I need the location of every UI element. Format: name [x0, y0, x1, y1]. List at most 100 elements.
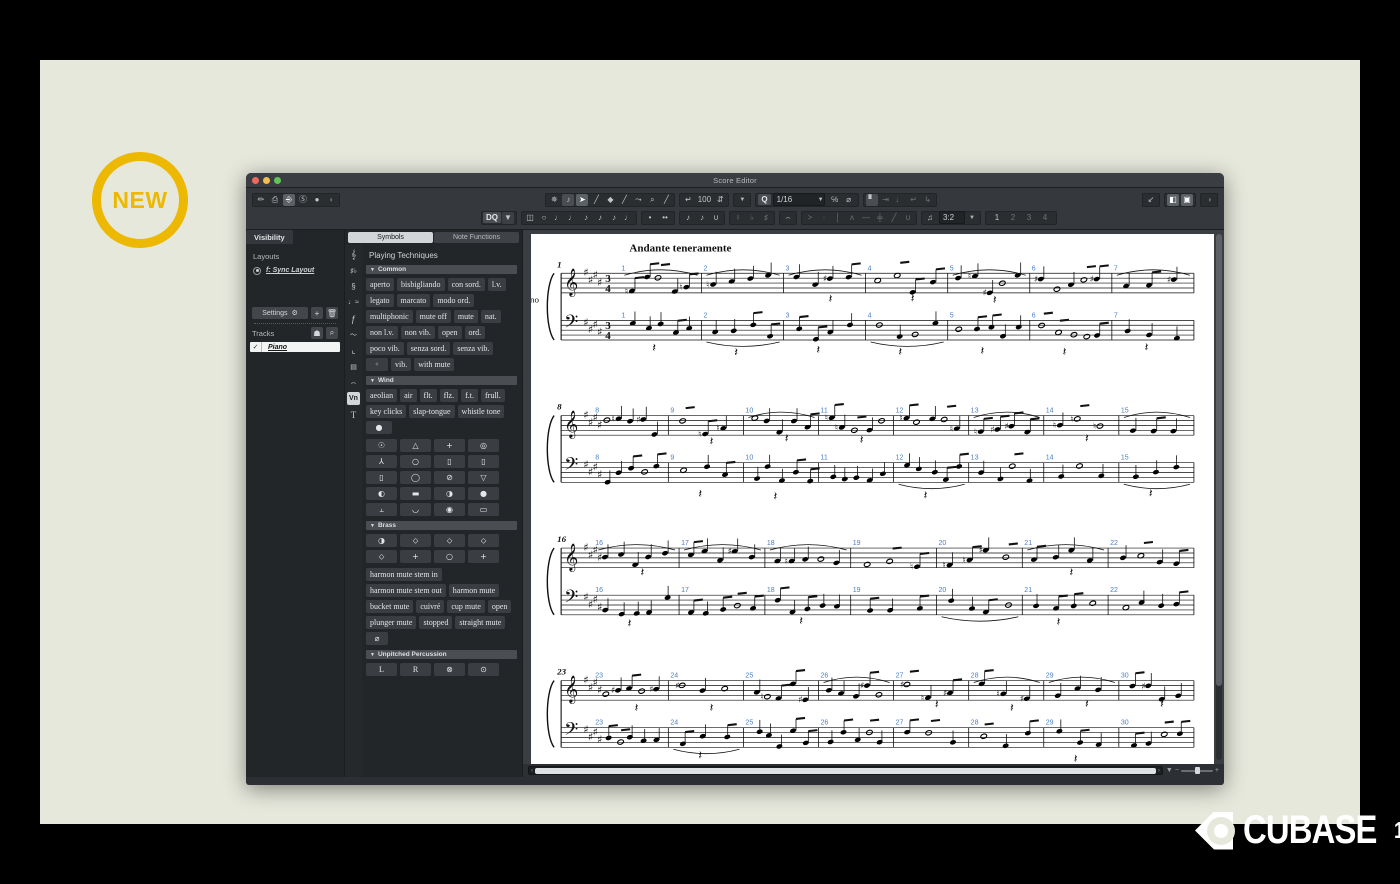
tuplet-group[interactable]: ♫ 3:2 ▼ — [921, 210, 981, 225]
quantize-off-icon[interactable]: ⌀ — [843, 194, 855, 206]
brass-glyph-5[interactable]: ⬦ — [366, 550, 397, 563]
display-quantize-label[interactable]: DQ — [483, 212, 501, 223]
tuplet-chevron-down-icon[interactable]: ▼ — [966, 212, 978, 224]
chip-senza-sord[interactable]: senza sord. — [406, 342, 451, 355]
quarter-note[interactable]: ♩ — [566, 212, 578, 224]
horizontal-scrollbar[interactable]: ‹ › — [528, 766, 1163, 775]
wind-glyph-7[interactable]: ▯ — [434, 455, 465, 468]
chip-slap-tongue[interactable]: slap-tongue — [409, 405, 455, 418]
key-signature-section-icon[interactable]: ♯♭ — [347, 264, 360, 277]
wind-glyph-10[interactable]: ◯ — [400, 471, 431, 484]
chip-harmonic-circle[interactable]: ◦ — [366, 358, 388, 371]
chip-open-brass[interactable]: open — [487, 600, 512, 613]
zoom-tool[interactable]: ⌕ — [646, 194, 658, 206]
edit-layout-icon[interactable]: ⎆ — [283, 193, 295, 206]
zoom-slider[interactable] — [1180, 767, 1213, 774]
zoom-in-button[interactable]: + — [1215, 767, 1219, 774]
brass-glyph-7[interactable]: ○ — [434, 550, 465, 563]
chip-bucket-mute[interactable]: bucket mute — [366, 600, 414, 613]
voice-button-4[interactable]: 4 — [1038, 212, 1052, 224]
chip-with-mute[interactable]: with mute — [414, 358, 455, 371]
wind-glyph-14[interactable]: ▬ — [400, 487, 431, 500]
add-layout-button[interactable]: + — [311, 307, 323, 319]
score-notation[interactable]: 𝄞𝄢♯♯♯♯♯♯♯♯3434Andante teneramentePno111♮… — [531, 234, 1214, 764]
double-dot-icon[interactable]: •• — [658, 212, 672, 224]
window-layout-group[interactable]: ↙ — [1142, 192, 1161, 207]
chip-nat[interactable]: nat. — [480, 310, 501, 323]
half-note[interactable]: ♩ — [552, 212, 564, 224]
layout-item-sync-layout[interactable]: f: Sync Layout — [246, 264, 344, 277]
tenuto-stem-icon[interactable]: │ — [832, 212, 844, 224]
chip-cup-mute[interactable]: cup mute — [447, 600, 485, 613]
voices-group[interactable]: 1 2 3 4 — [985, 210, 1057, 225]
line-tool[interactable]: ╱ — [660, 194, 672, 206]
chip-non-vib[interactable]: non vib. — [400, 326, 435, 339]
horizontal-scrollbar-thumb[interactable] — [535, 767, 1156, 774]
insert-velocity-value[interactable]: 100 — [696, 194, 712, 206]
vertical-scrollbar-thumb[interactable] — [1216, 234, 1222, 687]
tuplet-icon[interactable]: ♫ — [924, 212, 936, 224]
show-hide-lower-zone-icon[interactable]: ↙ — [1145, 194, 1157, 206]
accidentals-group[interactable]: ♮ ♭ ♯ — [729, 210, 775, 225]
staccatissimo-icon[interactable]: ╪ — [874, 212, 886, 224]
perc-glyph-3[interactable]: ⊗ — [434, 663, 465, 676]
chip-multiphonic[interactable]: multiphonic — [366, 310, 413, 323]
sixtyfourth-note[interactable]: ♩ — [622, 212, 634, 224]
expression-section-icon[interactable]: ƒ — [347, 312, 360, 325]
quantize-swing-icon[interactable]: ℅ — [829, 194, 841, 206]
move-tool[interactable]: ✵ — [548, 194, 560, 206]
group-header-common[interactable]: ▼ Common — [366, 265, 517, 274]
time-signature-section-icon[interactable]: § — [347, 280, 360, 293]
setup-window-layout-group[interactable]: ◑ — [1200, 192, 1219, 207]
object-selection-tool[interactable]: ➤ — [576, 193, 589, 206]
chip-straight-mute[interactable]: straight mute — [455, 616, 506, 629]
pin-icon[interactable]: ✏ — [255, 194, 267, 206]
slur-icon[interactable]: ⌢ — [782, 212, 794, 224]
chip-mute[interactable]: mute — [453, 310, 478, 323]
chip-plunger-mute[interactable]: plunger mute — [366, 616, 417, 629]
chip-flt[interactable]: flt. — [419, 389, 437, 402]
wind-glyph-15[interactable]: ◑ — [434, 487, 465, 500]
wind-glyph-19[interactable]: ◉ — [434, 503, 465, 516]
grace-note-icon[interactable]: ♪ — [682, 212, 694, 224]
chip-bisbigliando[interactable]: bisbigliando — [397, 278, 445, 291]
velocity-dropdown[interactable]: ▼ — [733, 192, 752, 207]
setup-window-layout-icon[interactable]: ◑ — [1203, 194, 1215, 206]
tie-icon[interactable]: ∪ — [710, 212, 722, 224]
quantize-chevron-down-icon[interactable]: ▼ — [815, 194, 827, 206]
chip-marcato[interactable]: marcato — [396, 294, 431, 307]
slash-icon[interactable]: ╱ — [888, 212, 900, 224]
clef-section-icon[interactable]: 𝄞 — [347, 248, 360, 261]
marcato-icon[interactable]: ʌ — [846, 212, 858, 224]
draw-tool[interactable]: ╱ — [590, 194, 602, 206]
perc-glyph-right[interactable]: R — [400, 663, 431, 676]
lines-section-icon[interactable]: ⌞ — [347, 344, 360, 357]
chip-whistle-tone[interactable]: whistle tone — [457, 405, 505, 418]
note-length-icon[interactable]: ↳ — [922, 194, 934, 206]
split-tool[interactable]: ╱ — [618, 194, 630, 206]
brass-glyph-2[interactable]: ⬦ — [400, 534, 431, 547]
chip-flz[interactable]: flz. — [439, 389, 459, 402]
wind-glyph-17[interactable]: ⫠ — [366, 503, 397, 516]
chip-key-clicks[interactable]: key clicks — [366, 405, 407, 418]
insert-velocity-group[interactable]: ↵ 100 ⇵ — [679, 192, 730, 207]
chip-legato[interactable]: legato — [366, 294, 394, 307]
sixteenth-note[interactable]: ♪ — [594, 212, 606, 224]
brass-glyph-6[interactable]: + — [400, 550, 431, 563]
wind-glyph-12[interactable]: ▽ — [468, 471, 499, 484]
wind-glyph-4[interactable]: ◎ — [468, 439, 499, 452]
note-input-group[interactable]: ▘ ⇥ ♩ ↵ ↳ — [862, 192, 937, 207]
chip-ft[interactable]: f.t. — [461, 389, 478, 402]
zoom-control[interactable]: ▼ − + — [1166, 767, 1219, 774]
thirtysecond-note[interactable]: ♪ — [608, 212, 620, 224]
chip-non-lv[interactable]: non l.v. — [366, 326, 398, 339]
settings-button[interactable]: Settings ⚙ — [252, 307, 308, 319]
tools-group[interactable]: ✵ ♪ ➤ ╱ ◆ ╱ ⤳ ⌕ ╱ — [545, 192, 676, 207]
chip-poco-vib[interactable]: poco vib. — [366, 342, 404, 355]
layout-radio-icon[interactable] — [253, 266, 261, 275]
perc-glyph-left[interactable]: L — [366, 663, 397, 676]
dot-group[interactable]: • •• — [641, 210, 675, 225]
chip-air[interactable]: air — [400, 389, 417, 402]
toolbar-left-group[interactable]: ✏ ⎙ ⎆ Ⓢ ● ◖ — [252, 192, 340, 207]
accent-icon[interactable]: > — [804, 212, 816, 224]
